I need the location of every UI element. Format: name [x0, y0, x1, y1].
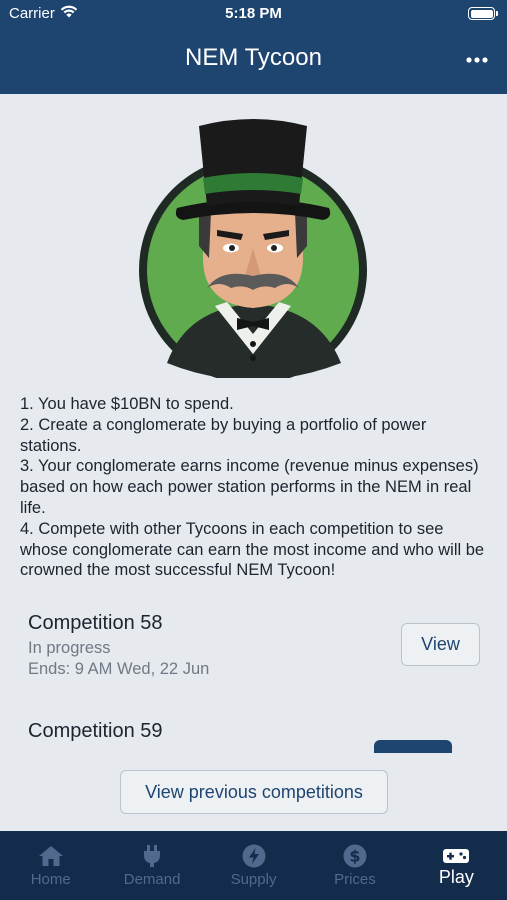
competition-list-clip: Competition 59 Play: [0, 712, 507, 753]
tab-bar: Home Demand Supply $ Prices Play: [0, 831, 507, 900]
svg-text:$: $: [349, 847, 360, 866]
tab-supply[interactable]: Supply: [203, 831, 304, 900]
tab-prices[interactable]: $ Prices: [304, 831, 405, 900]
plug-icon: [144, 845, 161, 867]
bolt-icon: [242, 844, 266, 868]
view-competition-button[interactable]: View: [401, 623, 480, 666]
instructions: 1. You have $10BN to spend. 2. Create a …: [20, 394, 490, 581]
competition-card: Competition 59 Play: [28, 720, 480, 753]
rule-item: 1. You have $10BN to spend.: [20, 395, 234, 413]
tab-play[interactable]: Play: [406, 831, 507, 900]
tab-home[interactable]: Home: [0, 831, 101, 900]
tab-label: Home: [30, 871, 71, 888]
page-title: NEM Tycoon: [185, 44, 322, 71]
play-competition-button[interactable]: Play: [374, 740, 452, 753]
tab-label: Demand: [123, 871, 181, 888]
tab-label: Play: [438, 867, 474, 887]
rule-item: 3. Your conglomerate earns income (reven…: [20, 457, 479, 517]
status-bar: Carrier 5:18 PM: [0, 0, 507, 28]
home-icon: [38, 846, 63, 866]
competition-card: Competition 58 In progress Ends: 9 AM We…: [28, 612, 480, 679]
tab-demand[interactable]: Demand: [101, 831, 202, 900]
rule-item: 2. Create a conglomerate by buying a por…: [20, 415, 427, 455]
view-previous-competitions-button[interactable]: View previous competitions: [120, 770, 388, 814]
battery-icon: [468, 7, 498, 20]
more-options-icon[interactable]: [465, 50, 489, 70]
clock: 5:18 PM: [225, 5, 282, 22]
tab-label: Supply: [230, 871, 277, 888]
dollar-icon: $: [343, 844, 367, 868]
rule-item: 4. Compete with other Tycoons in each co…: [20, 519, 485, 580]
app-header: Carrier 5:18 PM NEM Tycoon: [0, 0, 507, 94]
gamepad-icon: [443, 849, 470, 863]
tycoon-logo: [139, 119, 367, 378]
tab-label: Prices: [334, 871, 376, 888]
